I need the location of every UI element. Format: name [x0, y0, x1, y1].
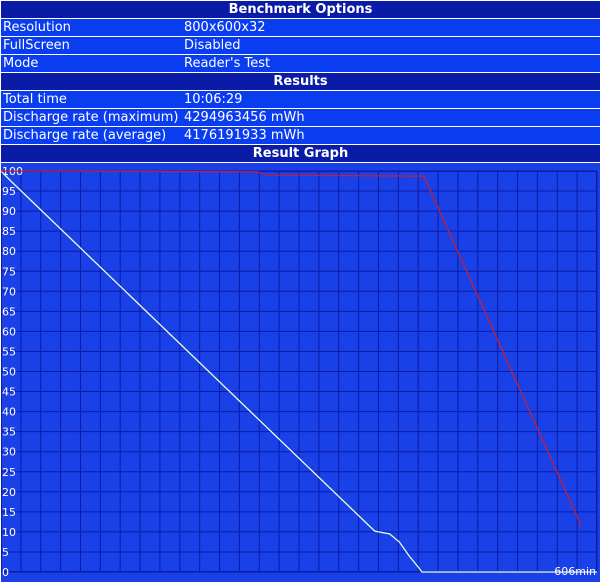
result-graph-svg: 1009590858075706560555045403530252015105…	[0, 163, 600, 582]
plot-area	[1, 163, 600, 582]
result-row-discharge-max: Discharge rate (maximum) 4294963456 mWh	[1, 109, 600, 126]
y-tick-label: 55	[2, 345, 16, 358]
benchmark-report: Benchmark Options Resolution 800x600x32 …	[0, 0, 601, 584]
y-tick-label: 65	[2, 305, 16, 318]
y-tick-label: 10	[2, 526, 16, 539]
y-tick-label: 85	[2, 225, 16, 238]
result-graph: 100 95 90 85 80 75 70 65 60 55 50 45 40 35 30 25 20 15 10 5…	[0, 163, 600, 582]
y-tick-label: 70	[2, 285, 16, 298]
result-value: 10:06:29	[184, 92, 243, 107]
option-row-mode: Mode Reader's Test	[1, 55, 600, 72]
option-label: Resolution	[3, 20, 71, 35]
result-value: 4176191933 mWh	[184, 128, 305, 143]
option-label: FullScreen	[3, 38, 70, 53]
result-row-discharge-avg: Discharge rate (average) 4176191933 mWh	[1, 127, 600, 144]
benchmark-options-header: Benchmark Options	[1, 1, 600, 18]
y-tick-label: 20	[2, 486, 16, 499]
option-label: Mode	[3, 56, 39, 71]
y-tick-label: 35	[2, 426, 16, 439]
y-tick-label: 0	[2, 566, 9, 579]
y-tick-label: 95	[2, 185, 16, 198]
y-tick-label: 30	[2, 446, 16, 459]
result-graph-header: Result Graph	[1, 145, 600, 162]
results-header: Results	[1, 73, 600, 90]
option-value: Disabled	[184, 38, 241, 53]
y-tick-label: 90	[2, 205, 16, 218]
result-label: Discharge rate (average)	[3, 128, 167, 143]
y-tick-label: 40	[2, 406, 16, 419]
y-tick-label: 75	[2, 265, 16, 278]
result-label: Total time	[3, 92, 67, 107]
y-tick-label: 15	[2, 506, 16, 519]
y-tick-label: 80	[2, 245, 16, 258]
y-tick-label: 5	[2, 546, 9, 559]
option-value: Reader's Test	[184, 56, 271, 71]
y-tick-label: 25	[2, 466, 16, 479]
option-row-fullscreen: FullScreen Disabled	[1, 37, 600, 54]
option-value: 800x600x32	[184, 20, 266, 35]
option-row-resolution: Resolution 800x600x32	[1, 19, 600, 36]
result-row-total-time: Total time 10:06:29	[1, 91, 600, 108]
y-tick-label: 60	[2, 325, 16, 338]
result-label: Discharge rate (maximum)	[3, 110, 179, 125]
result-value: 4294963456 mWh	[184, 110, 305, 125]
y-tick-label: 45	[2, 386, 16, 399]
y-tick-label: 50	[2, 366, 16, 379]
